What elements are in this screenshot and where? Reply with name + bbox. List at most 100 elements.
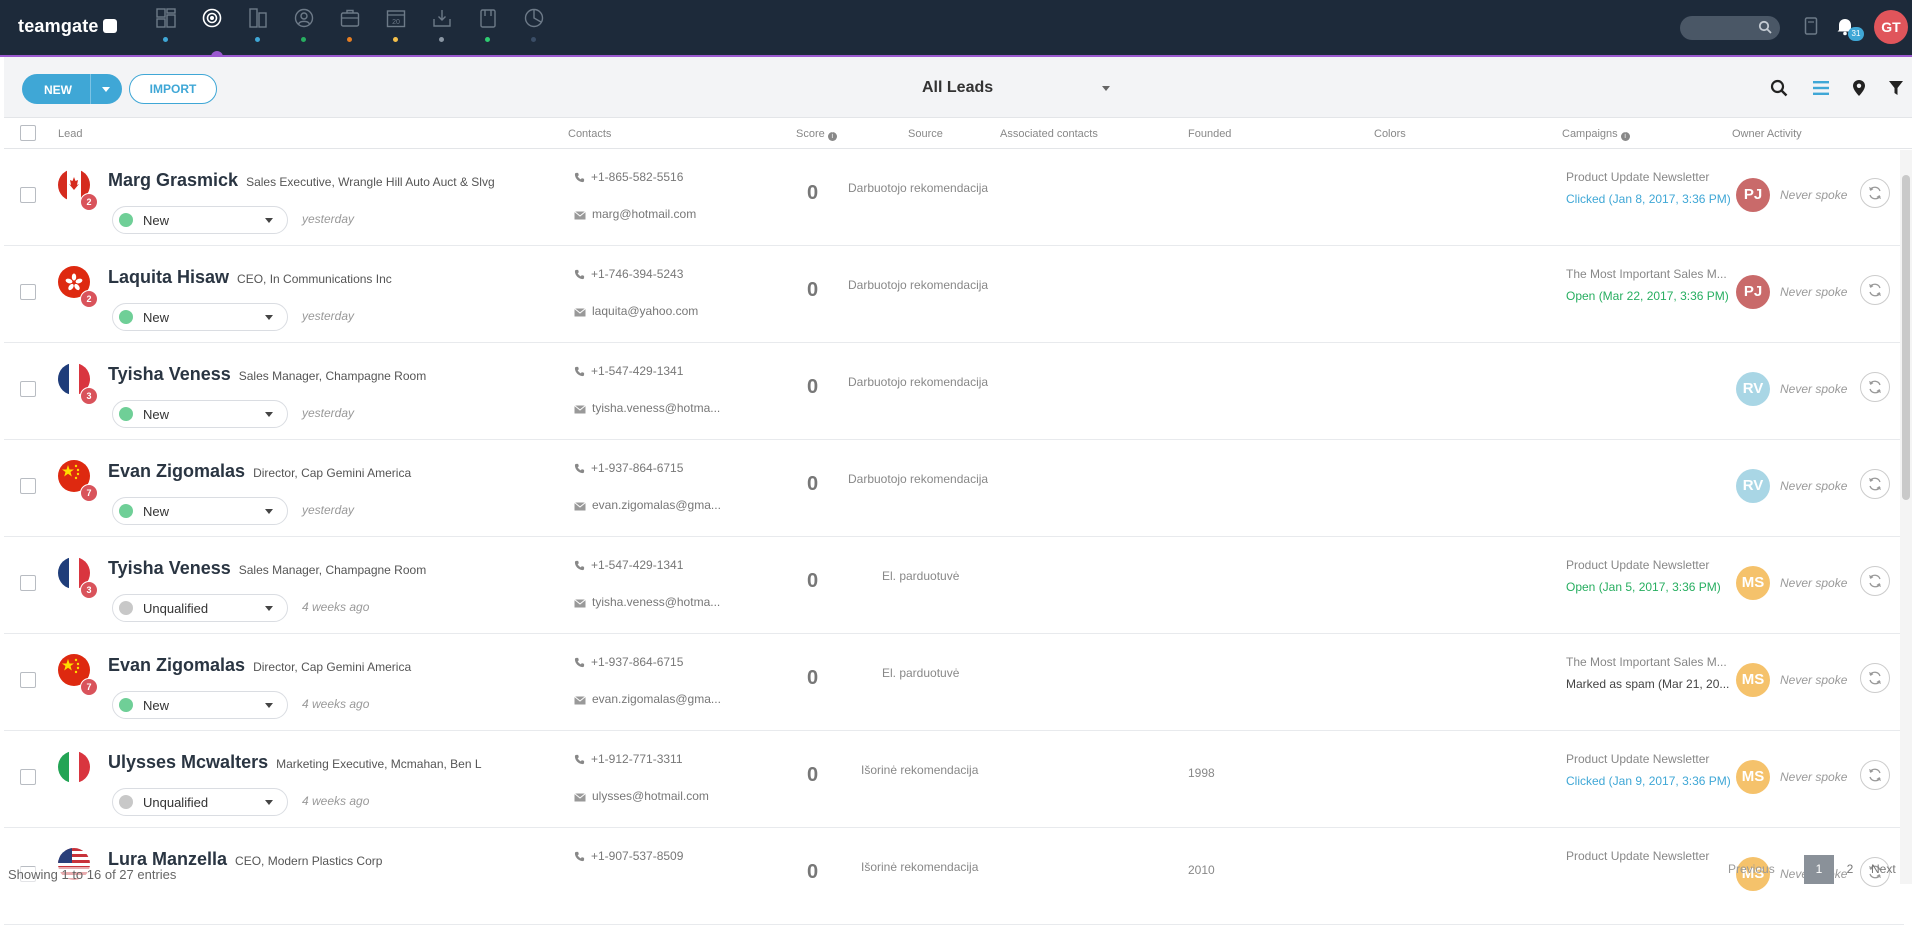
lead-name-text[interactable]: Tyisha Veness: [108, 558, 231, 578]
lead-status-select[interactable]: New: [112, 497, 288, 525]
lead-email[interactable]: evan.zigomalas@gma...: [574, 692, 721, 706]
tasks-inbox-icon[interactable]: [426, 6, 458, 46]
phone-text[interactable]: +1-865-582-5516: [591, 170, 683, 184]
lead-status-select[interactable]: New: [112, 691, 288, 719]
lead-status-select[interactable]: Unqualified: [112, 594, 288, 622]
previous-page-button[interactable]: Previous: [1728, 862, 1775, 876]
lead-phone[interactable]: +1-547-429-1341: [574, 558, 683, 572]
phone-text[interactable]: +1-547-429-1341: [591, 364, 683, 378]
email-text[interactable]: laquita@yahoo.com: [592, 304, 698, 318]
phone-text[interactable]: +1-937-864-6715: [591, 655, 683, 669]
list-view-icon[interactable]: [1812, 79, 1830, 97]
row-checkbox[interactable]: [20, 381, 36, 397]
lead-name[interactable]: Tyisha Veness Sales Manager, Champagne Ro…: [108, 558, 426, 579]
campaign-name[interactable]: Product Update Newsletter: [1566, 752, 1709, 766]
column-source[interactable]: Source: [908, 128, 943, 140]
email-text[interactable]: marg@hotmail.com: [592, 207, 696, 221]
refresh-activity-button[interactable]: [1860, 760, 1890, 790]
global-search-input[interactable]: [1680, 16, 1780, 40]
column-lead[interactable]: Lead: [58, 128, 82, 140]
campaign-name[interactable]: Product Update Newsletter: [1566, 849, 1709, 863]
teamgate-logo[interactable]: teamgate: [18, 16, 117, 37]
owner-avatar[interactable]: PJ: [1736, 275, 1770, 309]
phone-text[interactable]: +1-746-394-5243: [591, 267, 683, 281]
lead-email[interactable]: tyisha.veness@hotma...: [574, 401, 720, 415]
lead-name-text[interactable]: Tyisha Veness: [108, 364, 231, 384]
column-score[interactable]: Score i: [796, 128, 837, 141]
lead-name[interactable]: Tyisha Veness Sales Manager, Champagne Ro…: [108, 364, 426, 385]
lead-phone[interactable]: +1-937-864-6715: [574, 655, 683, 669]
lead-phone[interactable]: +1-547-429-1341: [574, 364, 683, 378]
lead-name-text[interactable]: Evan Zigomalas: [108, 655, 245, 675]
refresh-activity-button[interactable]: [1860, 178, 1890, 208]
row-checkbox[interactable]: [20, 187, 36, 203]
column-contacts[interactable]: Contacts: [568, 128, 611, 140]
column-campaigns[interactable]: Campaigns i: [1562, 128, 1630, 141]
reports-pie-icon[interactable]: [518, 6, 550, 46]
lead-row[interactable]: 7 Evan Zigomalas Director, Cap Gemini Amer…: [4, 634, 1904, 731]
page-2-button[interactable]: 2: [1836, 855, 1864, 884]
contacts-icon[interactable]: [288, 6, 320, 46]
row-checkbox[interactable]: [20, 672, 36, 688]
view-selector-caret-icon[interactable]: [1102, 86, 1110, 91]
owner-avatar[interactable]: MS: [1736, 663, 1770, 697]
campaign-name[interactable]: Product Update Newsletter: [1566, 558, 1709, 572]
documents-icon[interactable]: [472, 6, 504, 46]
lead-name[interactable]: Laquita Hisaw CEO, In Communications Inc: [108, 267, 392, 288]
lead-name-text[interactable]: Marg Grasmick: [108, 170, 238, 190]
column-owner-activity[interactable]: Owner Activity: [1732, 128, 1802, 140]
lead-phone[interactable]: +1-912-771-3311: [574, 752, 683, 766]
phone-text[interactable]: +1-912-771-3311: [591, 752, 683, 766]
refresh-activity-button[interactable]: [1860, 275, 1890, 305]
owner-avatar[interactable]: MS: [1736, 566, 1770, 600]
refresh-activity-button[interactable]: [1860, 372, 1890, 402]
row-checkbox[interactable]: [20, 478, 36, 494]
lead-email[interactable]: marg@hotmail.com: [574, 207, 696, 221]
refresh-activity-button[interactable]: [1860, 469, 1890, 499]
phone-text[interactable]: +1-907-537-8509: [591, 849, 683, 863]
phone-text[interactable]: +1-937-864-6715: [591, 461, 683, 475]
leads-target-icon[interactable]: [196, 6, 228, 46]
scrollbar-thumb[interactable]: [1902, 175, 1910, 500]
lead-phone[interactable]: +1-865-582-5516: [574, 170, 683, 184]
campaign-name[interactable]: The Most Important Sales M...: [1566, 655, 1727, 669]
lead-phone[interactable]: +1-746-394-5243: [574, 267, 683, 281]
campaign-name[interactable]: The Most Important Sales M...: [1566, 267, 1727, 281]
lead-name-text[interactable]: Laquita Hisaw: [108, 267, 229, 287]
lead-status-select[interactable]: Unqualified: [112, 788, 288, 816]
user-avatar[interactable]: GT: [1874, 10, 1908, 44]
lead-row[interactable]: 3 Tyisha Veness Sales Manager, Champagne R…: [4, 537, 1904, 634]
lead-status-select[interactable]: New: [112, 303, 288, 331]
email-text[interactable]: evan.zigomalas@gma...: [592, 692, 721, 706]
owner-avatar[interactable]: RV: [1736, 469, 1770, 503]
new-lead-button[interactable]: NEW: [22, 74, 122, 104]
lead-name-text[interactable]: Evan Zigomalas: [108, 461, 245, 481]
lead-name[interactable]: Evan Zigomalas Director, Cap Gemini Ameri…: [108, 655, 411, 676]
row-checkbox[interactable]: [20, 769, 36, 785]
owner-avatar[interactable]: MS: [1736, 760, 1770, 794]
select-all-checkbox[interactable]: [20, 125, 36, 141]
lead-email[interactable]: ulysses@hotmail.com: [574, 789, 709, 803]
lead-name[interactable]: Marg Grasmick Sales Executive, Wrangle Hi…: [108, 170, 495, 191]
lead-name[interactable]: Ulysses Mcwalters Marketing Executive, Mc…: [108, 752, 482, 773]
dashboard-icon[interactable]: [150, 6, 182, 46]
email-text[interactable]: tyisha.veness@hotma...: [592, 401, 720, 415]
map-pin-icon[interactable]: [1852, 79, 1866, 97]
calendar-icon[interactable]: 20: [380, 6, 412, 46]
deals-briefcase-icon[interactable]: [334, 6, 366, 46]
owner-avatar[interactable]: RV: [1736, 372, 1770, 406]
email-text[interactable]: ulysses@hotmail.com: [592, 789, 709, 803]
lead-row[interactable]: 2 Marg Grasmick Sales Executive, Wrangle H…: [4, 149, 1904, 246]
lead-name[interactable]: Evan Zigomalas Director, Cap Gemini Ameri…: [108, 461, 411, 482]
refresh-activity-button[interactable]: [1860, 663, 1890, 693]
search-icon[interactable]: [1770, 79, 1788, 97]
phone-text[interactable]: +1-547-429-1341: [591, 558, 683, 572]
view-selector[interactable]: All Leads: [922, 79, 993, 97]
new-dropdown-caret-icon[interactable]: [102, 87, 110, 92]
lead-phone[interactable]: +1-907-537-8509: [574, 849, 683, 863]
lead-phone[interactable]: +1-937-864-6715: [574, 461, 683, 475]
lead-status-select[interactable]: New: [112, 206, 288, 234]
lead-email[interactable]: laquita@yahoo.com: [574, 304, 698, 318]
lead-row[interactable]: Ulysses Mcwalters Marketing Executive, Mc…: [4, 731, 1904, 828]
owner-avatar[interactable]: PJ: [1736, 178, 1770, 212]
